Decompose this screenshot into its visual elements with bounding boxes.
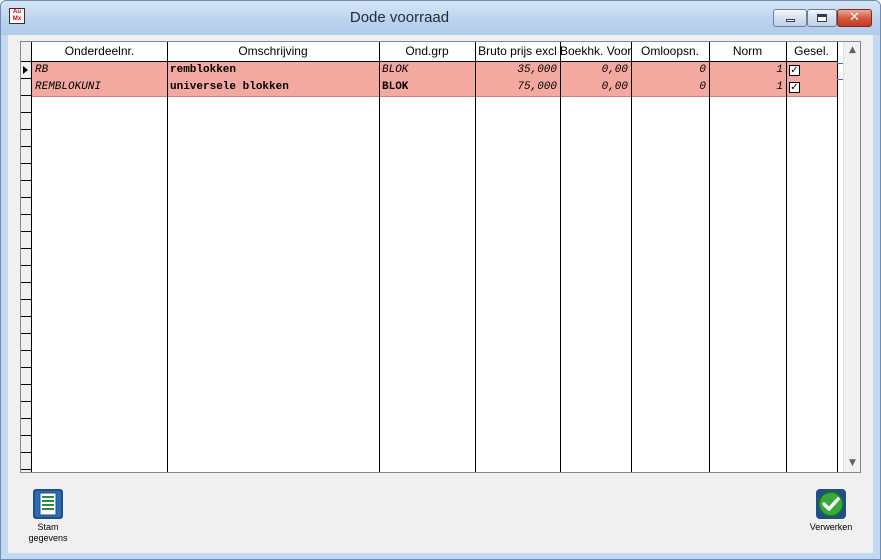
row-indicator-empty xyxy=(21,453,31,470)
row-indicator-empty xyxy=(21,249,31,266)
minimize-icon xyxy=(786,19,795,22)
col-header-bruto-prijs[interactable]: Bruto prijs excl xyxy=(475,42,560,61)
column-divider xyxy=(560,42,561,472)
stock-grid[interactable]: Onderdeelnr. Omschrijving Ond.grp Bruto … xyxy=(20,41,861,473)
scroll-up-icon[interactable]: ▲ xyxy=(844,42,860,59)
col-header-omschrijving[interactable]: Omschrijving xyxy=(167,42,379,61)
row-indicator-2[interactable] xyxy=(21,79,31,96)
row-indicator-empty xyxy=(21,181,31,198)
table-row[interactable]: REMBLOKUNI universele blokken BLOK 75,00… xyxy=(32,79,837,97)
column-divider xyxy=(709,42,710,472)
row-indicator-empty xyxy=(21,419,31,436)
stam-label-line2: gegevens xyxy=(28,533,68,543)
row-indicator-1[interactable] xyxy=(21,62,31,79)
grid-header: Onderdeelnr. Omschrijving Ond.grp Bruto … xyxy=(32,42,837,62)
gesel-checkbox[interactable]: ✓ xyxy=(789,82,800,93)
column-divider xyxy=(786,42,787,472)
green-check-icon xyxy=(816,489,846,519)
column-divider xyxy=(475,42,476,472)
client-area: Onderdeelnr. Omschrijving Ond.grp Bruto … xyxy=(8,35,873,553)
maximize-icon xyxy=(817,14,827,22)
maximize-button[interactable] xyxy=(807,9,837,27)
row-indicator-empty xyxy=(21,232,31,249)
row-indicator-empty xyxy=(21,470,31,472)
row-indicator-empty xyxy=(21,96,31,113)
row-indicator-empty xyxy=(21,385,31,402)
row-indicator-empty xyxy=(21,198,31,215)
app-window: Au Mx Dode voorraad ✕ Onderdeelnr. Omschr… xyxy=(0,0,881,560)
col-header-norm[interactable]: Norm xyxy=(709,42,786,61)
cell-norm[interactable]: 1 xyxy=(709,79,786,96)
current-row-pointer-icon xyxy=(23,66,28,74)
scroll-down-icon[interactable]: ▼ xyxy=(844,455,860,472)
col-header-gesel[interactable]: Gesel. xyxy=(786,42,837,61)
table-row[interactable]: RB remblokken BLOK 35,000 0,00 0 1 ✓ xyxy=(32,62,837,80)
document-list-icon xyxy=(33,489,63,519)
row-indicator-empty xyxy=(21,368,31,385)
cell-boekhk-voor[interactable]: 0,00 xyxy=(560,62,631,79)
cell-omschrijving[interactable]: remblokken xyxy=(167,62,379,79)
row-indicator-empty xyxy=(21,147,31,164)
col-header-omloopsn[interactable]: Omloopsn. xyxy=(631,42,709,61)
cell-ond-grp[interactable]: BLOK xyxy=(379,79,475,96)
col-header-ond-grp[interactable]: Ond.grp xyxy=(379,42,475,61)
col-header-boekhk-voor[interactable]: Boekhk. Voor xyxy=(560,42,631,61)
row-indicator-empty xyxy=(21,113,31,130)
row-indicator-empty xyxy=(21,283,31,300)
stam-label-line1: Stam xyxy=(37,522,59,532)
cell-norm[interactable]: 1 xyxy=(709,62,786,79)
window-title: Dode voorraad xyxy=(349,9,450,26)
verwerken-button[interactable]: Verwerken xyxy=(796,488,866,552)
indicator-header xyxy=(21,42,31,62)
close-icon: ✕ xyxy=(849,10,860,25)
cell-gesel[interactable]: ✓ xyxy=(786,62,837,79)
cell-bruto-prijs[interactable]: 35,000 xyxy=(475,62,560,79)
cell-boekhk-voor[interactable]: 0,00 xyxy=(560,79,631,96)
cell-bruto-prijs[interactable]: 75,000 xyxy=(475,79,560,96)
title-bar[interactable]: Au Mx Dode voorraad ✕ xyxy=(1,1,880,35)
cell-onderdeelnr[interactable]: RB xyxy=(32,62,167,79)
row-indicator-empty xyxy=(21,215,31,232)
row-indicator-empty xyxy=(21,130,31,147)
gesel-checkbox[interactable]: ✓ xyxy=(789,65,800,76)
row-indicator-column xyxy=(21,42,32,472)
stam-gegevens-button[interactable]: Stam gegevens xyxy=(13,488,83,552)
row-indicator-empty xyxy=(21,164,31,181)
minimize-button[interactable] xyxy=(773,9,807,27)
vertical-scrollbar[interactable]: ▲ ▼ xyxy=(843,42,860,472)
row-indicator-empty xyxy=(21,334,31,351)
column-divider xyxy=(837,42,838,472)
row-indicator-empty xyxy=(21,436,31,453)
verwerken-label: Verwerken xyxy=(809,522,853,532)
col-header-onderdeelnr[interactable]: Onderdeelnr. xyxy=(32,42,167,61)
cell-onderdeelnr[interactable]: REMBLOKUNI xyxy=(32,79,167,96)
cell-gesel[interactable]: ✓ xyxy=(786,79,837,96)
row-indicator-empty xyxy=(21,300,31,317)
cell-ond-grp[interactable]: BLOK xyxy=(379,62,475,79)
row-indicator-empty xyxy=(21,317,31,334)
row-indicator-empty xyxy=(21,266,31,283)
column-divider xyxy=(379,42,380,472)
column-divider xyxy=(167,42,168,472)
column-divider xyxy=(631,42,632,472)
cell-omschrijving[interactable]: universele blokken xyxy=(167,79,379,96)
cell-omloopsn[interactable]: 0 xyxy=(631,62,709,79)
row-indicator-empty xyxy=(21,351,31,368)
close-button[interactable]: ✕ xyxy=(837,9,872,27)
cell-omloopsn[interactable]: 0 xyxy=(631,79,709,96)
row-indicator-empty xyxy=(21,402,31,419)
